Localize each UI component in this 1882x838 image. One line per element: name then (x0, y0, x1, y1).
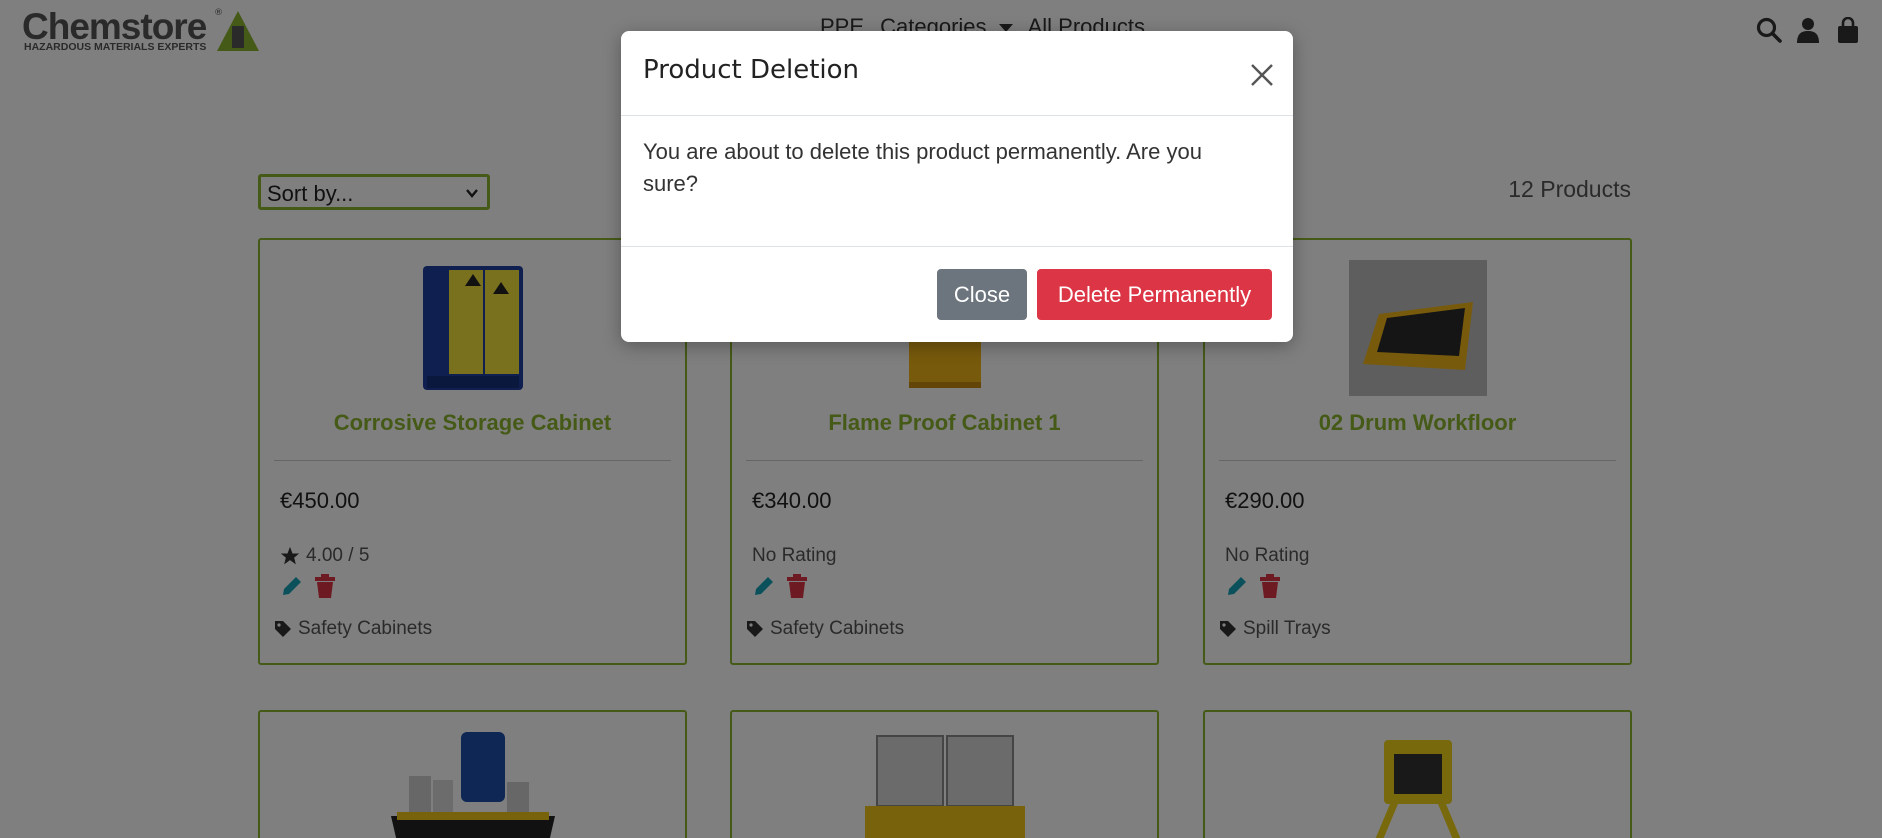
product-deletion-modal: Product Deletion You are about to delete… (621, 31, 1293, 342)
close-button[interactable]: Close (937, 269, 1027, 320)
modal-footer: Close Delete Permanently (621, 246, 1293, 342)
modal-title: Product Deletion (643, 55, 860, 85)
close-icon[interactable] (1247, 60, 1277, 90)
modal-message: You are about to delete this product per… (643, 139, 1202, 196)
delete-permanently-button[interactable]: Delete Permanently (1037, 269, 1272, 320)
modal-header: Product Deletion (621, 31, 1293, 116)
